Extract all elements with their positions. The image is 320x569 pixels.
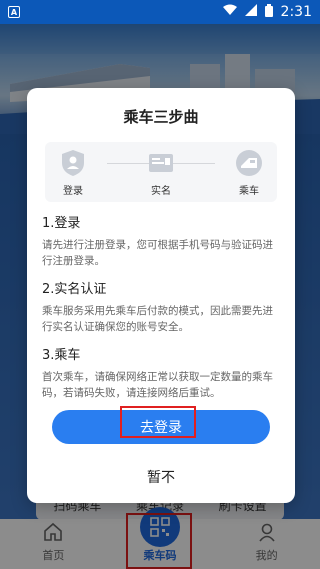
step-realname: 实名 <box>133 148 189 197</box>
ride-steps-dialog: 乘车三步曲 登录 实名 乘车 1.登录 请先进行注册登录，您可根据手机号码与验证… <box>27 88 295 503</box>
wifi-icon <box>222 4 237 20</box>
status-left: A <box>8 6 20 18</box>
skip-button[interactable]: 暂不 <box>27 467 295 487</box>
step-login: 登录 <box>45 148 101 197</box>
section-ride-text: 首次乘车，请确保网络正常以获取一定数量的乘车码，若请码失败，请连接网络后重试。 <box>42 371 273 399</box>
section-realname-heading: 2.实名认证 <box>42 282 107 297</box>
id-card-icon <box>146 148 176 178</box>
section-ride-heading: 3.乘车 <box>42 348 81 363</box>
status-right: 2:31 <box>222 3 312 21</box>
step-ride: 乘车 <box>221 148 277 197</box>
dialog-title: 乘车三步曲 <box>123 108 199 126</box>
section-realname-text: 乘车服务采用先乘车后付款的模式，因此需要先进行实名认证确保您的账号安全。 <box>42 305 273 333</box>
step-realname-label: 实名 <box>151 186 171 197</box>
notification-badge: A <box>8 6 20 18</box>
train-icon <box>234 148 264 178</box>
battery-icon <box>264 3 273 21</box>
step-login-label: 登录 <box>63 186 83 197</box>
status-time: 2:31 <box>280 4 312 20</box>
steps-bar: 登录 实名 乘车 <box>45 142 277 202</box>
login-button[interactable]: 去登录 <box>52 410 270 444</box>
signal-icon <box>244 4 257 20</box>
section-login-heading: 1.登录 <box>42 216 81 231</box>
section-login-text: 请先进行注册登录，您可根据手机号码与验证码进行注册登录。 <box>42 239 273 267</box>
step-ride-label: 乘车 <box>239 186 259 197</box>
shield-user-icon <box>58 148 88 178</box>
status-bar: A 2:31 <box>0 0 320 24</box>
